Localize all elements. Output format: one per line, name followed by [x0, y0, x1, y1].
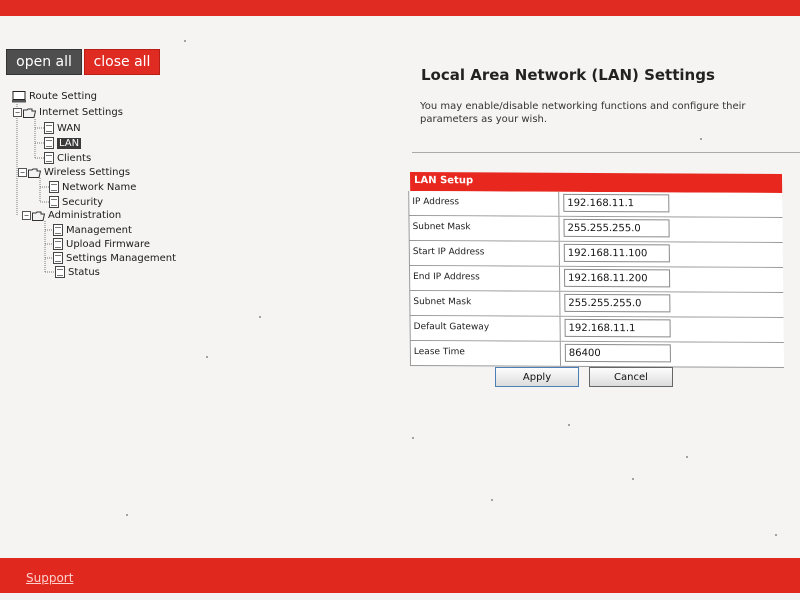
tree-label: Status — [68, 266, 100, 278]
tree-root-route-setting[interactable]: Route Setting — [12, 91, 98, 103]
cancel-button[interactable]: Cancel — [589, 367, 673, 387]
table-row: End IP Address — [408, 266, 784, 293]
lease-time-input[interactable] — [564, 343, 671, 363]
ip-address-input[interactable] — [563, 193, 670, 213]
close-all-button[interactable]: close all — [84, 49, 160, 75]
table-row: Lease Time — [409, 341, 785, 368]
table-row: Default Gateway — [409, 316, 784, 343]
top-red-bar — [0, 0, 800, 16]
end-ip-label: End IP Address — [408, 266, 561, 291]
tree-folder-wireless-settings[interactable]: − Wireless Settings — [18, 167, 130, 178]
tree-label: Internet Settings — [39, 107, 123, 118]
speck — [775, 534, 777, 536]
dhcp-subnet-mask-label: Subnet Mask — [409, 291, 561, 316]
apply-button[interactable]: Apply — [495, 367, 579, 387]
speck — [491, 499, 493, 501]
page-icon — [44, 137, 54, 149]
table-row: Start IP Address — [408, 241, 783, 268]
page-title: Local Area Network (LAN) Settings — [421, 66, 715, 84]
page-icon — [44, 122, 54, 134]
divider — [412, 152, 800, 153]
tree-label: Upload Firmware — [66, 238, 151, 250]
tree-label: Wireless Settings — [44, 167, 131, 178]
tree-label: Clients — [57, 152, 92, 164]
default-gateway-label: Default Gateway — [409, 316, 561, 341]
start-ip-input[interactable] — [563, 243, 670, 263]
tree-label: WAN — [57, 122, 81, 134]
page-icon — [53, 224, 63, 236]
lan-setup-header: LAN Setup — [409, 172, 783, 193]
open-all-button[interactable]: open all — [6, 49, 82, 75]
bottom-strip — [0, 593, 800, 600]
support-link[interactable]: Support — [26, 571, 73, 585]
speck — [412, 437, 414, 439]
table-row: IP Address — [408, 191, 783, 218]
page-icon — [49, 196, 59, 208]
speck — [184, 40, 186, 42]
tree-label: Management — [66, 224, 132, 236]
speck — [632, 478, 634, 480]
tree-label: Network Name — [62, 181, 137, 193]
default-gateway-input[interactable] — [564, 318, 671, 338]
speck — [206, 356, 208, 358]
speck — [568, 424, 570, 426]
tree-item-clients[interactable]: Clients — [44, 152, 91, 164]
page-icon — [53, 252, 63, 264]
ip-address-label: IP Address — [408, 191, 560, 216]
table-row: Subnet Mask — [409, 291, 784, 318]
speck — [686, 456, 688, 458]
folder-icon — [32, 211, 46, 221]
tree-folder-administration[interactable]: − Administration — [22, 210, 121, 221]
dhcp-subnet-mask-input[interactable] — [564, 293, 671, 313]
tree-item-wan[interactable]: WAN — [44, 122, 81, 134]
tree-label: Route Setting — [29, 91, 98, 102]
minus-box-icon[interactable]: − — [22, 211, 31, 220]
tree-folder-internet-settings[interactable]: − Internet Settings — [13, 107, 123, 118]
page-icon — [44, 152, 54, 164]
page-icon — [49, 181, 59, 193]
subnet-mask-label: Subnet Mask — [408, 216, 560, 241]
lan-setup-panel: LAN Setup IP Address Subnet Mask Start I… — [408, 172, 785, 368]
page-icon — [55, 266, 65, 278]
router-admin-page: open all close all Route Setting − Inter… — [0, 0, 800, 600]
tree-item-security[interactable]: Security — [49, 196, 103, 208]
tree-label: Settings Management — [66, 252, 177, 264]
end-ip-input[interactable] — [563, 268, 671, 288]
computer-icon — [12, 91, 26, 103]
tree-item-network-name[interactable]: Network Name — [49, 181, 136, 193]
minus-box-icon[interactable]: − — [13, 108, 22, 117]
speck — [126, 514, 128, 516]
tree-label: Security — [62, 196, 104, 208]
page-description: You may enable/disable networking functi… — [420, 101, 746, 125]
tree-item-lan[interactable]: LAN — [44, 137, 82, 149]
table-row: Subnet Mask — [408, 216, 783, 243]
tree-item-management[interactable]: Management — [53, 224, 132, 236]
tree-label: Administration — [48, 210, 122, 221]
lease-time-label: Lease Time — [409, 341, 562, 366]
folder-icon — [28, 168, 42, 178]
tree-item-settings-management[interactable]: Settings Management — [53, 252, 176, 264]
folder-icon — [23, 108, 37, 118]
subnet-mask-input[interactable] — [563, 218, 670, 238]
tree-item-status[interactable]: Status — [55, 266, 100, 278]
speck — [700, 138, 702, 140]
page-icon — [53, 238, 63, 250]
tree-label: LAN — [57, 137, 82, 149]
tree-item-upload-firmware[interactable]: Upload Firmware — [53, 238, 150, 250]
speck — [259, 316, 261, 318]
start-ip-label: Start IP Address — [408, 241, 560, 266]
minus-box-icon[interactable]: − — [18, 168, 27, 177]
